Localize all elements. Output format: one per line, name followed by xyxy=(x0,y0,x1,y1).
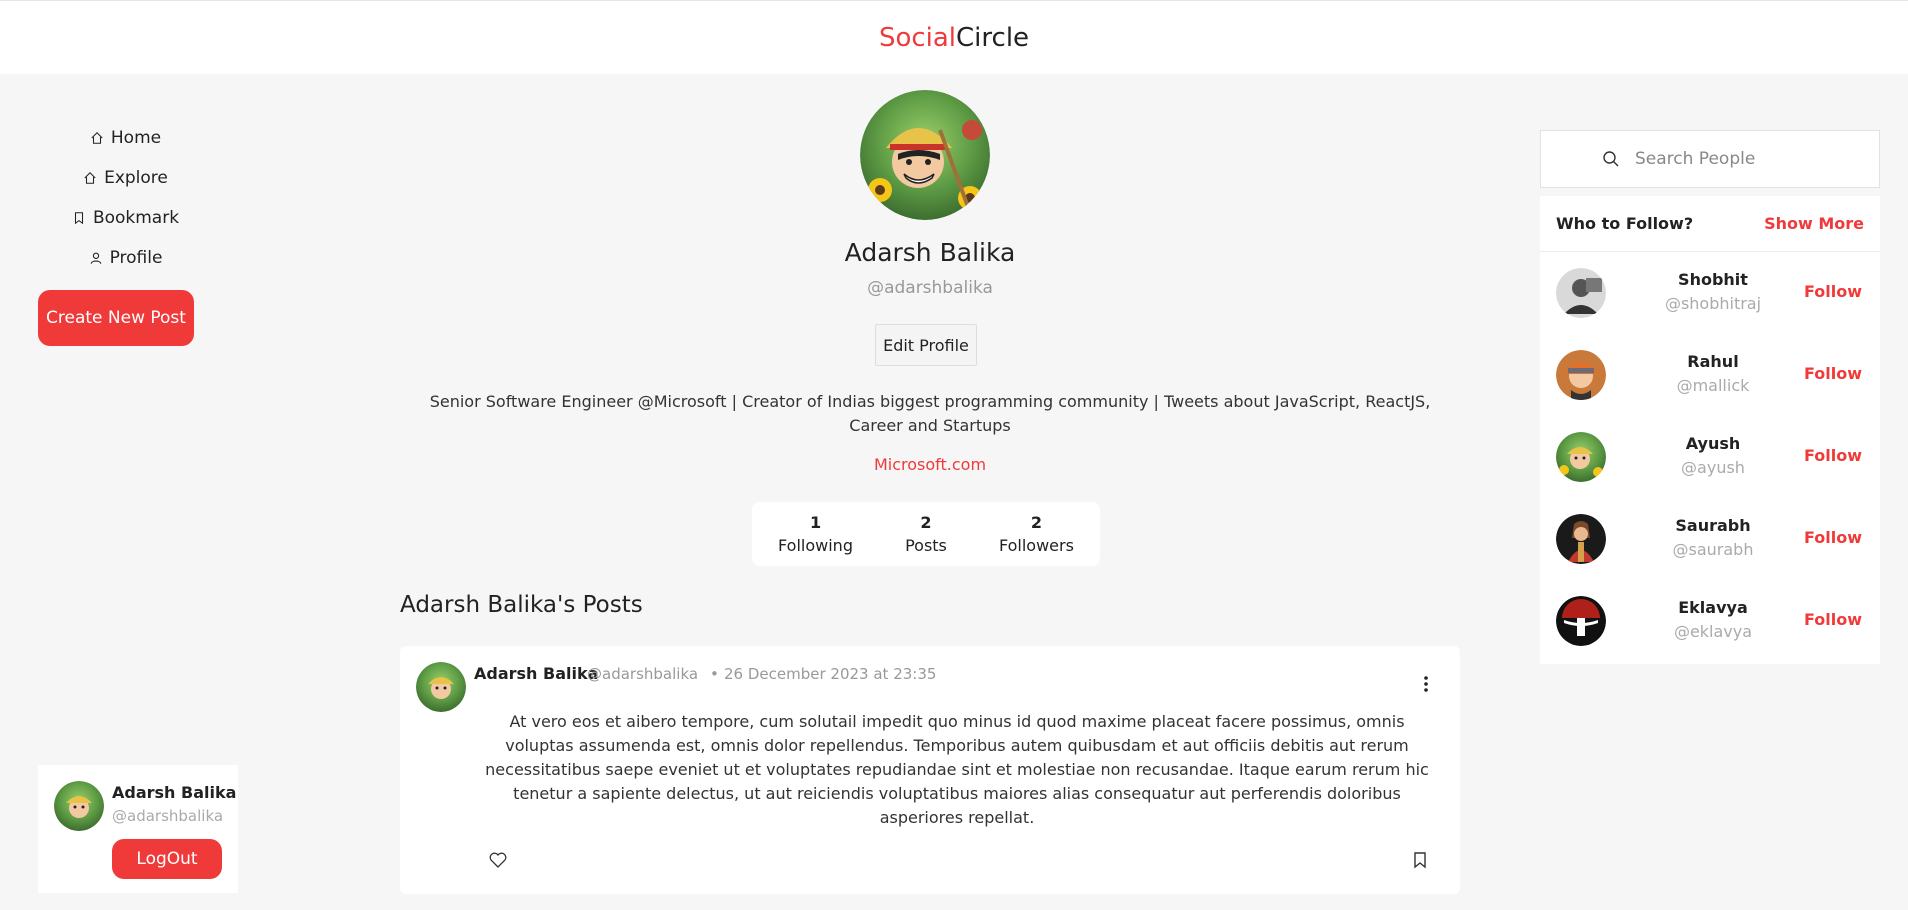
user-name: Adarsh Balika xyxy=(112,783,237,802)
edit-profile-button[interactable]: Edit Profile xyxy=(875,324,977,366)
profile-bio: Senior Software Engineer @Microsoft | Cr… xyxy=(429,392,1431,435)
follow-button[interactable]: Follow xyxy=(1804,528,1862,547)
search-icon xyxy=(1601,149,1621,169)
suggestion-item: Saurabh @saurabh Follow xyxy=(1540,498,1880,580)
post-author[interactable]: Adarsh Balika xyxy=(474,664,598,683)
suggestion-name: Saurabh xyxy=(1675,516,1751,535)
suggestion-name: Rahul xyxy=(1687,352,1739,371)
avatar[interactable] xyxy=(1556,432,1606,482)
bookmark-icon[interactable] xyxy=(1410,850,1430,870)
sidebar-item-profile[interactable]: Profile xyxy=(0,238,250,278)
suggestion-item: Rahul @mallick Follow xyxy=(1540,334,1880,416)
brand-logo[interactable]: SocialCircle xyxy=(879,23,1029,53)
suggestion-name: Ayush xyxy=(1685,434,1741,453)
sidebar-item-label: Profile xyxy=(109,248,163,268)
sidebar-item-explore[interactable]: Explore xyxy=(0,158,250,198)
follow-button[interactable]: Follow xyxy=(1804,446,1862,465)
suggestion-item: Ayush @ayush Follow xyxy=(1540,416,1880,498)
stat-label: Posts xyxy=(905,536,947,555)
who-to-follow-panel: Who to Follow? Show More Shobhit @shobhi… xyxy=(1540,196,1880,664)
suggestion-item: Shobhit @shobhitraj Follow xyxy=(1540,252,1880,334)
profile-name: Adarsh Balika xyxy=(844,238,1016,267)
avatar[interactable] xyxy=(1556,514,1606,564)
home-icon xyxy=(89,130,105,146)
brand-accent: Social xyxy=(878,22,957,53)
suggestion-handle: @ayush xyxy=(1681,458,1745,477)
sidebar-item-home[interactable]: Home xyxy=(0,118,250,158)
profile-avatar[interactable] xyxy=(860,90,990,220)
search-input[interactable] xyxy=(1635,149,1855,169)
top-header: SocialCircle xyxy=(0,0,1908,74)
post-date: 26 December 2023 at 23:35 xyxy=(724,665,937,683)
heart-icon[interactable] xyxy=(488,850,508,870)
suggestion-name: Shobhit xyxy=(1678,270,1748,289)
stat-following[interactable]: 1 Following xyxy=(778,513,853,555)
avatar xyxy=(54,781,104,831)
stat-value: 2 xyxy=(1030,513,1043,532)
sidebar-item-label: Explore xyxy=(104,168,168,188)
stat-followers[interactable]: 2 Followers xyxy=(999,513,1074,555)
profile-website-link[interactable]: Microsoft.com xyxy=(400,455,1460,474)
avatar[interactable] xyxy=(1556,268,1606,318)
current-user-card: Adarsh Balika @adarshbalika LogOut xyxy=(38,765,238,893)
suggestion-name: Eklavya xyxy=(1678,598,1748,617)
stat-label: Following xyxy=(778,536,853,555)
bookmark-icon xyxy=(71,210,87,226)
follow-button[interactable]: Follow xyxy=(1804,610,1862,629)
avatar[interactable] xyxy=(1556,596,1606,646)
logout-button[interactable]: LogOut xyxy=(112,839,222,879)
avatar[interactable] xyxy=(416,662,466,712)
suggestion-handle: @saurabh xyxy=(1672,540,1754,559)
who-to-follow-header: Who to Follow? Show More xyxy=(1540,196,1880,252)
user-handle: @adarshbalika xyxy=(112,807,224,825)
follow-button[interactable]: Follow xyxy=(1804,364,1862,383)
suggestion-handle: @eklavya xyxy=(1673,622,1753,641)
sidebar-item-bookmark[interactable]: Bookmark xyxy=(0,198,250,238)
sidebar-nav: Home Explore Bookmark Profile xyxy=(0,118,250,278)
post-body: At vero eos et aibero tempore, cum solut… xyxy=(485,712,1429,827)
search-bar xyxy=(1540,130,1880,188)
stat-label: Followers xyxy=(998,536,1074,555)
posts-section-title: Adarsh Balika's Posts xyxy=(400,592,643,618)
post-card: Adarsh Balika @adarshbalika • 26 Decembe… xyxy=(400,646,1460,894)
suggestion-item: Eklavya @eklavya Follow xyxy=(1540,580,1880,662)
sidebar-item-label: Home xyxy=(110,128,162,148)
create-post-button[interactable]: Create New Post xyxy=(38,290,194,346)
stat-value: 1 xyxy=(809,513,822,532)
sidebar-item-label: Bookmark xyxy=(92,208,180,228)
follow-button[interactable]: Follow xyxy=(1804,282,1862,301)
profile-handle: @adarshbalika xyxy=(867,278,993,298)
post-separator: • xyxy=(710,665,719,683)
stat-value: 2 xyxy=(920,513,932,532)
avatar[interactable] xyxy=(1556,350,1606,400)
profile-stats: 1 Following 2 Posts 2 Followers xyxy=(752,502,1100,566)
brand-rest: Circle xyxy=(956,22,1030,53)
more-options-icon[interactable] xyxy=(1416,674,1436,694)
suggestion-handle: @shobhitraj xyxy=(1664,294,1762,313)
stat-posts[interactable]: 2 Posts xyxy=(905,513,947,555)
who-to-follow-title: Who to Follow? xyxy=(1556,214,1694,233)
suggestion-handle: @mallick xyxy=(1676,376,1750,395)
explore-icon xyxy=(82,170,98,186)
user-icon xyxy=(88,250,104,266)
show-more-link[interactable]: Show More xyxy=(1764,214,1864,233)
post-handle: @adarshbalika xyxy=(587,665,699,683)
